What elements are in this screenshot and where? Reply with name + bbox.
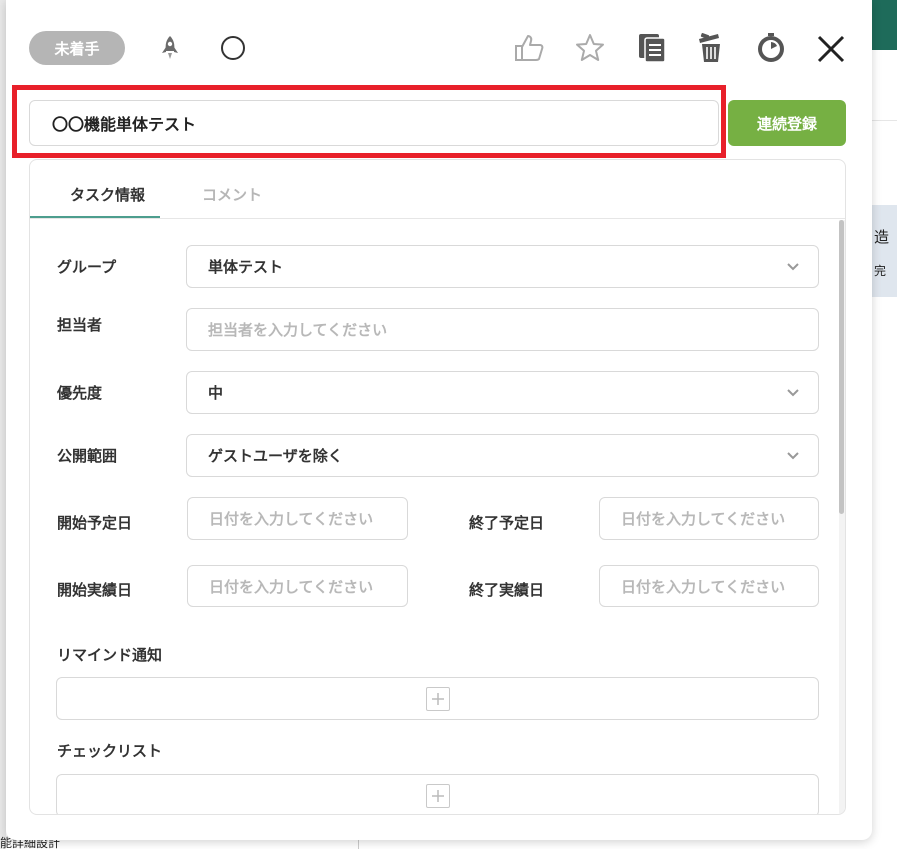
thumbs-up-icon[interactable]: [512, 31, 546, 65]
actual-start-date-input[interactable]: 日付を入力してください: [187, 565, 408, 607]
group-select[interactable]: 単体テスト: [186, 245, 819, 288]
visibility-value: ゲストユーザを除く: [208, 447, 343, 465]
circle-icon[interactable]: [219, 34, 247, 62]
chevron-down-icon: [787, 451, 799, 459]
background-task-card[interactable]: [872, 205, 897, 297]
group-value: 単体テスト: [208, 258, 284, 276]
reminder-add-area[interactable]: [56, 677, 819, 720]
checklist-add-area[interactable]: [56, 774, 819, 814]
actual-end-date-input[interactable]: 日付を入力してください: [599, 565, 819, 607]
visibility-label: 公開範囲: [57, 447, 118, 465]
actual-start-label: 開始実績日: [57, 581, 133, 599]
planned-end-label: 終了予定日: [469, 514, 545, 532]
task-title-input[interactable]: [29, 100, 719, 146]
reminder-label: リマインド通知: [57, 646, 163, 664]
checklist-label: チェックリスト: [57, 742, 163, 760]
star-icon[interactable]: [573, 31, 607, 65]
priority-value: 中: [208, 384, 224, 402]
close-icon[interactable]: [812, 30, 850, 68]
background-header: [870, 0, 897, 50]
actual-end-label: 終了実績日: [469, 581, 545, 599]
trash-icon[interactable]: [695, 31, 727, 65]
visibility-select[interactable]: ゲストユーザを除く: [186, 434, 819, 477]
chevron-down-icon: [787, 262, 799, 270]
active-tab-indicator: [30, 216, 160, 218]
background-task-status: 完: [874, 264, 887, 278]
tab-task-info[interactable]: タスク情報: [70, 184, 145, 205]
assignee-label: 担当者: [57, 316, 103, 334]
status-badge[interactable]: 未着手: [29, 31, 125, 65]
scrollbar-thumb[interactable]: [839, 220, 844, 514]
background-divider: [872, 120, 897, 121]
planned-start-date-input[interactable]: 日付を入力してください: [187, 497, 408, 540]
copy-icon[interactable]: [636, 31, 668, 65]
task-modal: 未着手 〇〇機能単体テスト 連続登録 タスク情報 コメント グループ 単体テスト…: [6, 0, 872, 840]
rocket-icon[interactable]: [156, 33, 184, 63]
assignee-input[interactable]: 担当者を入力してください: [186, 308, 819, 351]
plus-icon[interactable]: [426, 784, 450, 808]
priority-select[interactable]: 中: [186, 371, 819, 414]
planned-start-label: 開始予定日: [57, 514, 133, 532]
task-detail-panel: タスク情報 コメント グループ 単体テスト 担当者 担当者を入力してください 優…: [29, 159, 846, 815]
continuous-save-button[interactable]: 連続登録: [728, 100, 846, 146]
plus-icon[interactable]: [426, 687, 450, 711]
timer-icon[interactable]: [754, 31, 788, 65]
tab-bar: タスク情報 コメント: [30, 160, 845, 219]
chevron-down-icon: [787, 388, 799, 396]
priority-label: 優先度: [57, 384, 103, 402]
background-task-text: 造: [874, 228, 890, 246]
planned-end-date-input[interactable]: 日付を入力してください: [599, 497, 819, 540]
tab-comment[interactable]: コメント: [202, 184, 262, 205]
group-label: グループ: [57, 258, 117, 276]
